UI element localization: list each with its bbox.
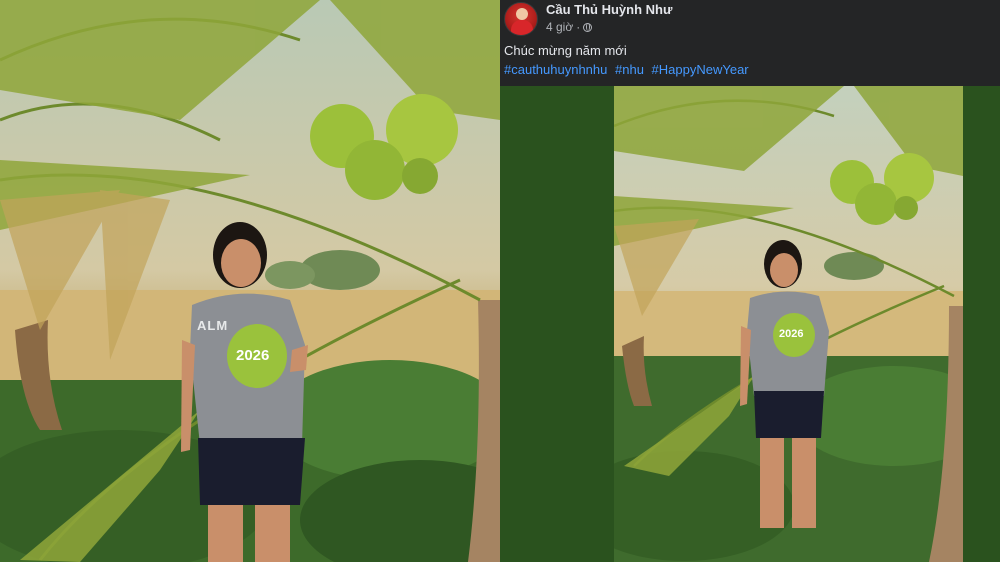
coconut-tree-scene (0, 0, 500, 562)
post-meta: 4 giờ · (546, 20, 593, 34)
photo-background-panel (963, 86, 1000, 562)
post-time[interactable]: 4 giờ (546, 20, 573, 34)
post-header: Cầu Thủ Huỳnh Như 4 giờ · Chúc mừng năm … (500, 0, 1000, 86)
post-photo-right[interactable]: 2026 (614, 86, 963, 562)
photo-background-panel (500, 86, 614, 562)
hashtag-link[interactable]: #nhu (615, 62, 644, 77)
coconut-label: 2026 (236, 347, 270, 364)
globe-icon[interactable] (583, 22, 593, 32)
post-author-name[interactable]: Cầu Thủ Huỳnh Như (546, 2, 672, 17)
hashtag-link[interactable]: #HappyNewYear (652, 62, 749, 77)
hashtag-link[interactable]: #cauthuhuynhnhu (504, 62, 607, 77)
coconut-label: 2026 (779, 328, 804, 340)
avatar[interactable] (504, 2, 538, 36)
post-caption: Chúc mừng năm mới (504, 43, 627, 58)
post-photo-left[interactable]: ALM 2026 (0, 0, 500, 562)
meta-separator: · (576, 20, 581, 34)
post-hashtags: #cauthuhuynhnhu #nhu #HappyNewYear (504, 62, 753, 77)
coconut-tree-scene (614, 86, 963, 562)
shirt-text: ALM (197, 318, 229, 333)
